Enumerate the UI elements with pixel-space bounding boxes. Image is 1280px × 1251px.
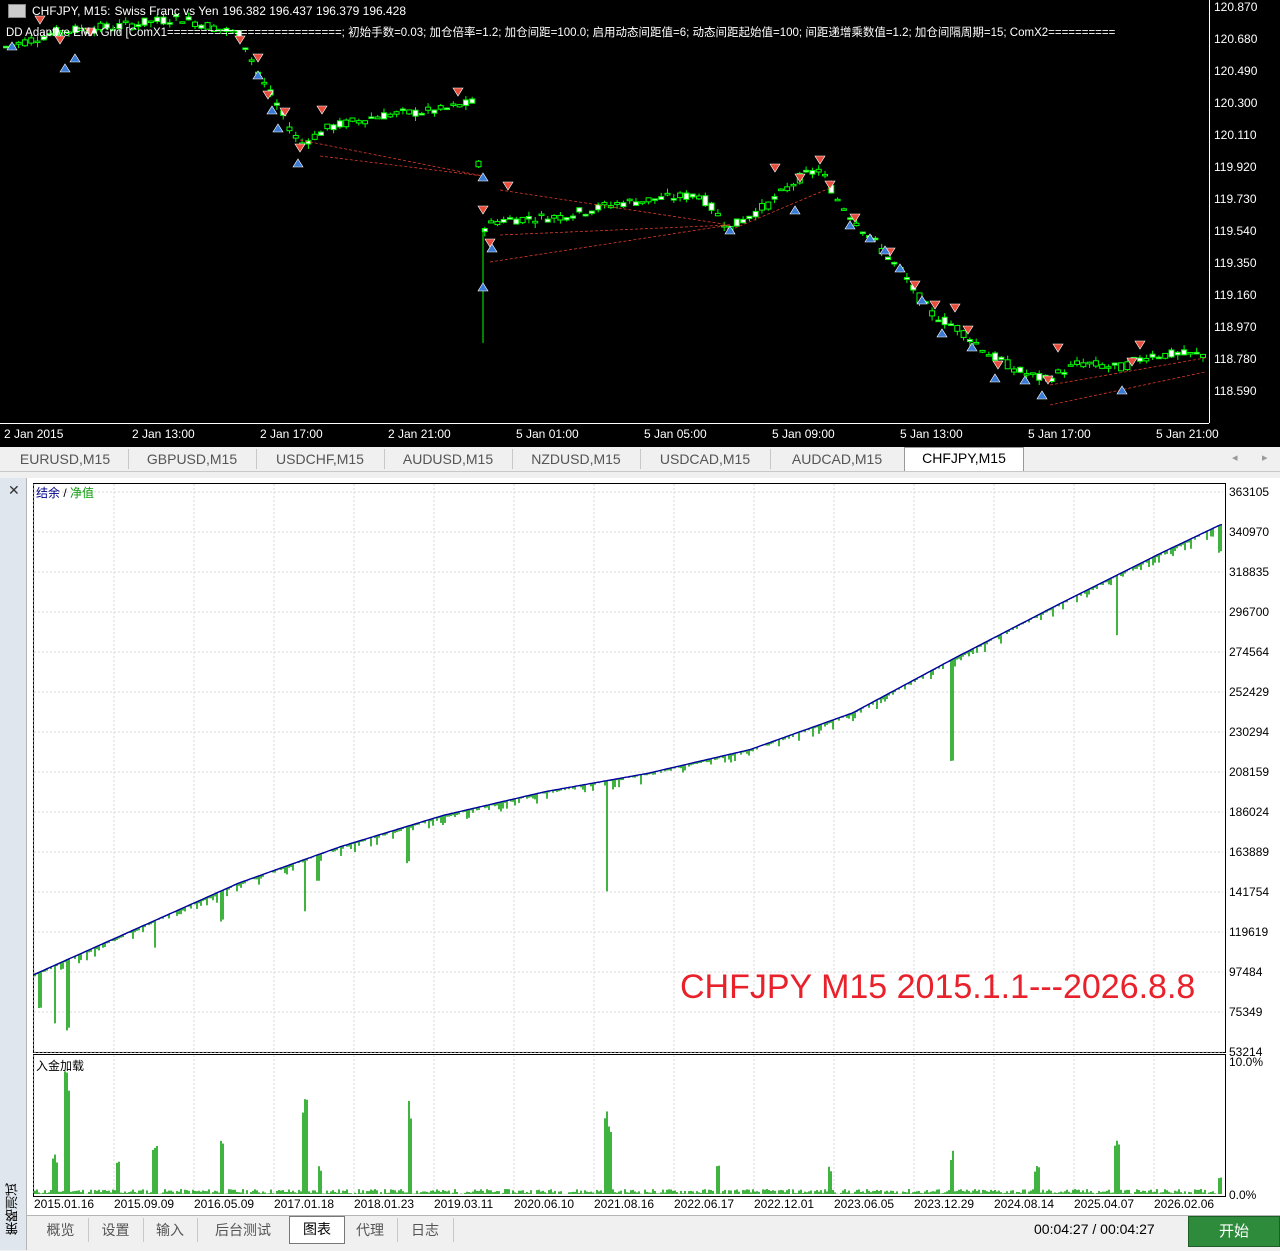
equity-y-tick: 208159 xyxy=(1229,765,1270,779)
equity-x-tick: 2022.06.17 xyxy=(674,1197,735,1211)
equity-y-tick: 296700 xyxy=(1229,605,1270,619)
tester-tab[interactable]: 代理 xyxy=(343,1218,398,1242)
equity-y-tick: 318835 xyxy=(1229,565,1270,579)
equity-legend: 结余 / 净值 xyxy=(36,484,94,501)
equity-x-tick: 2017.01.18 xyxy=(274,1197,335,1211)
equity-y-tick: 363105 xyxy=(1229,485,1270,499)
equity-x-tick: 2023.12.29 xyxy=(914,1197,975,1211)
legend-separator: / xyxy=(60,486,71,500)
backtest-caption: CHFJPY M15 2015.1.1---2026.8.8 xyxy=(680,968,1196,1006)
equity-x-tick: 2021.08.16 xyxy=(594,1197,655,1211)
equity-y-tick: 119619 xyxy=(1229,925,1269,939)
equity-x-tick: 2022.12.01 xyxy=(754,1197,815,1211)
equity-y-tick: 163889 xyxy=(1229,845,1270,859)
equity-y-tick: 141754 xyxy=(1229,885,1270,899)
deposit-y-bottom: 0.0% xyxy=(1229,1188,1257,1202)
tester-tab[interactable]: 设置 xyxy=(88,1218,144,1242)
equity-y-tick: 340970 xyxy=(1229,525,1270,539)
elapsed-timer: 00:04:27 / 00:04:27 xyxy=(1034,1221,1155,1237)
equity-x-tick: 2026.02.06 xyxy=(1154,1197,1215,1211)
equity-x-tick: 2025.04.07 xyxy=(1074,1197,1135,1211)
equity-x-tick: 2019.03.11 xyxy=(434,1197,494,1211)
start-button[interactable]: 开始 xyxy=(1188,1216,1280,1247)
equity-y-tick: 230294 xyxy=(1229,725,1270,739)
tester-tab[interactable]: 概览 xyxy=(33,1218,89,1242)
tester-tab[interactable]: 图表 xyxy=(289,1216,345,1244)
equity-x-tick: 2015.09.09 xyxy=(114,1197,175,1211)
deposit-load-label: 入金加载 xyxy=(36,1059,85,1073)
tester-tab[interactable]: 日志 xyxy=(397,1218,454,1242)
tester-tab[interactable]: 输入 xyxy=(143,1218,198,1242)
equity-y-tick: 274564 xyxy=(1229,645,1270,659)
deposit-y-top: 10.0% xyxy=(1229,1055,1264,1069)
equity-x-tick: 2015.01.16 xyxy=(34,1197,95,1211)
equity-x-tick: 2018.01.23 xyxy=(354,1197,415,1211)
legend-balance: 结余 xyxy=(36,486,61,500)
equity-x-tick: 2016.05.09 xyxy=(194,1197,255,1211)
equity-x-tick: 2023.06.05 xyxy=(834,1197,895,1211)
tester-tab[interactable]: 后台测试 xyxy=(197,1218,290,1242)
equity-y-tick: 75349 xyxy=(1229,1005,1263,1019)
equity-chart-svg xyxy=(33,484,1223,1194)
equity-x-tick: 2024.08.14 xyxy=(994,1197,1055,1211)
equity-y-tick: 252429 xyxy=(1229,685,1270,699)
balance-line xyxy=(33,523,1223,976)
legend-equity: 净值 xyxy=(70,486,95,500)
equity-y-tick: 97484 xyxy=(1229,965,1263,979)
equity-x-tick: 2020.06.10 xyxy=(514,1197,575,1211)
equity-y-tick: 186024 xyxy=(1229,805,1270,819)
